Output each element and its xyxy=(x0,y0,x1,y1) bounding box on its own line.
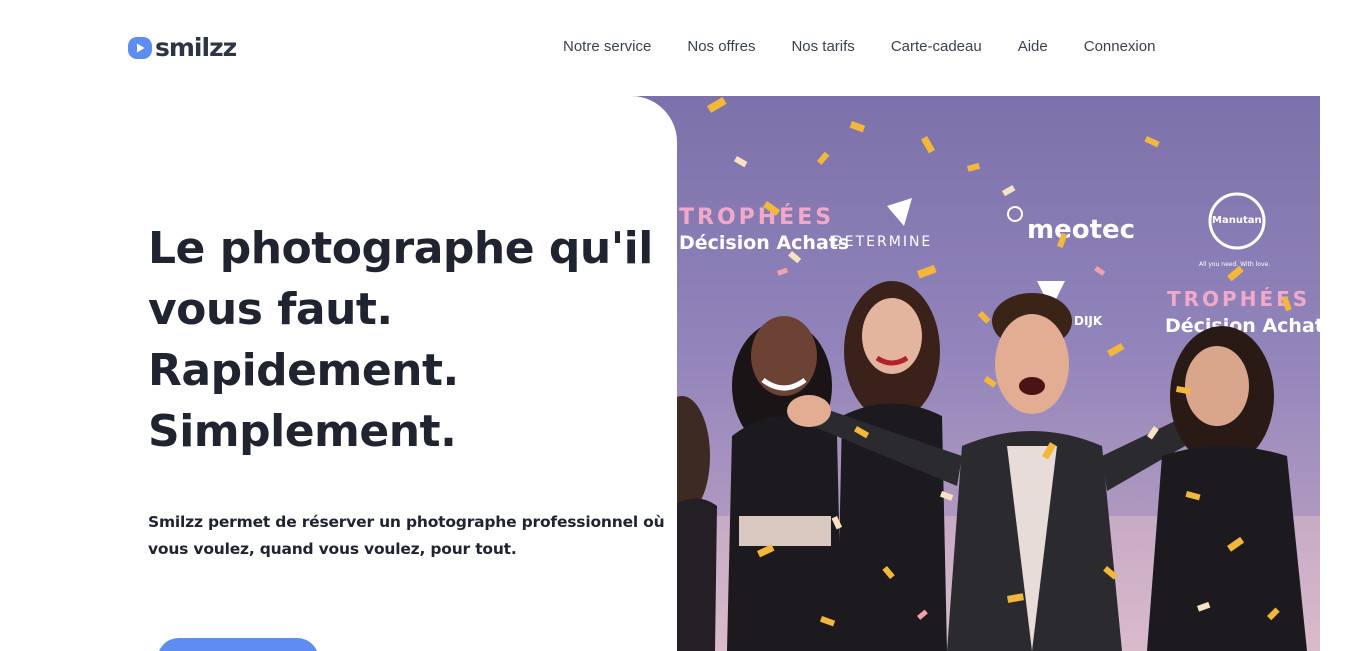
logo-wordmark: smilzz xyxy=(155,33,237,62)
headline-line-3: Rapidement. xyxy=(148,345,459,396)
headline-line-4: Simplement. xyxy=(148,406,457,457)
nav-nos-offres[interactable]: Nos offres xyxy=(687,37,755,57)
backdrop-logo-trophees: TROPHÉES xyxy=(679,204,834,230)
nav-carte-cadeau[interactable]: Carte-cadeau xyxy=(891,37,982,57)
nav-connexion[interactable]: Connexion xyxy=(1084,37,1156,57)
hero-photo: TROPHÉES Décision Achats DETERMINE meote… xyxy=(587,96,1320,651)
headline-line-2: vous faut. xyxy=(148,284,393,335)
backdrop-logo-meotec: meotec xyxy=(1027,215,1135,245)
headline-line-1: Le photographe qu'il xyxy=(148,223,653,274)
hero-cta-button[interactable] xyxy=(157,638,319,651)
party-confetti-illustration: TROPHÉES Décision Achats DETERMINE meote… xyxy=(587,96,1320,651)
hero-subtitle: Smilzz permet de réserver un photographe… xyxy=(148,513,665,558)
page: smilzz Notre service Nos offres Nos tari… xyxy=(0,0,1366,651)
person-woman-left xyxy=(727,316,842,651)
nav-nos-tarifs[interactable]: Nos tarifs xyxy=(791,37,854,57)
backdrop-logo-manutan: Manutan xyxy=(1212,215,1262,226)
play-logo-icon xyxy=(128,37,152,59)
backdrop-logo-manutan-tagline: All you need. With love. xyxy=(1199,261,1270,268)
backdrop-logo-decision-achats: Décision Achats xyxy=(679,232,849,254)
nav-notre-service[interactable]: Notre service xyxy=(563,37,651,57)
main-navigation: Notre service Nos offres Nos tarifs Cart… xyxy=(563,37,1155,57)
backdrop-logo-determine: DETERMINE xyxy=(832,234,932,250)
nav-aide[interactable]: Aide xyxy=(1018,37,1048,57)
hero-headline: Le photographe qu'il vous faut. Rapideme… xyxy=(148,218,653,462)
smilzz-logo-link[interactable]: smilzz xyxy=(128,33,237,63)
